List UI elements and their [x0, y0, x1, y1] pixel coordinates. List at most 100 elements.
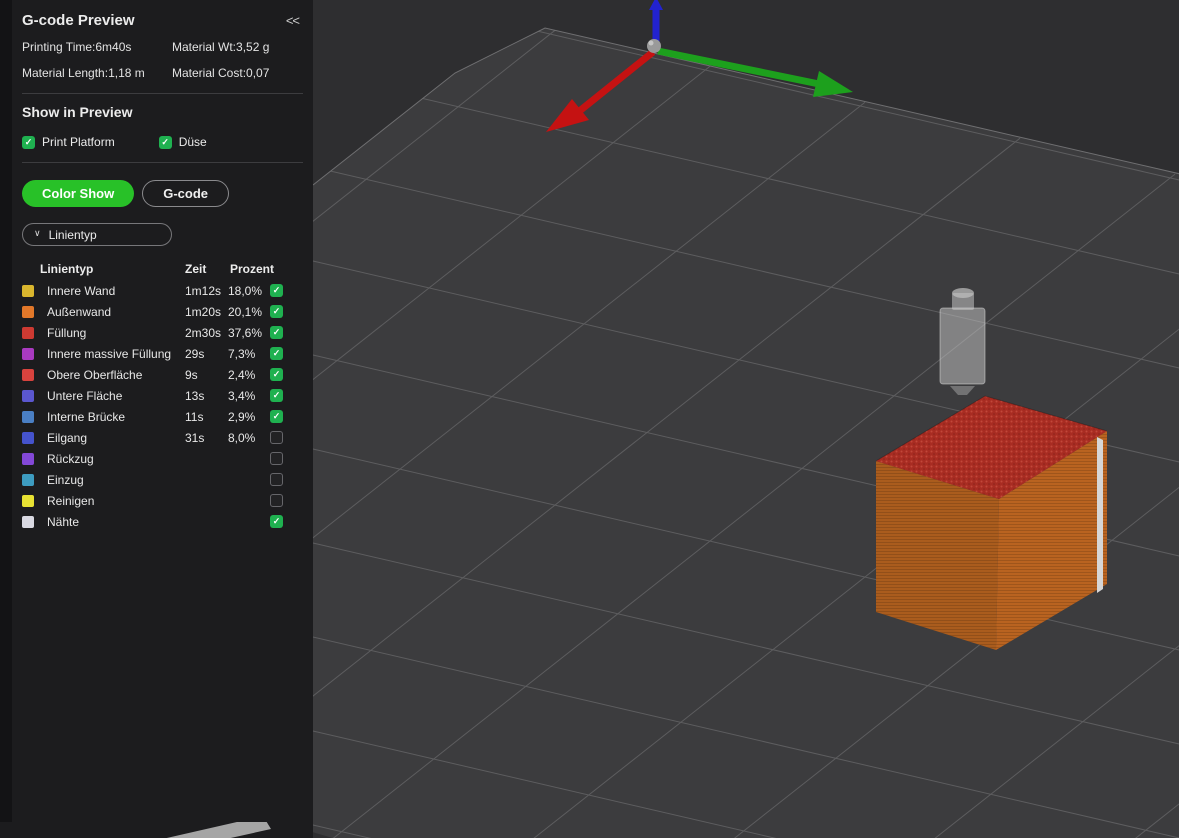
line-type-label: Innere massive Füllung — [47, 346, 172, 361]
line-type-color-swatch — [22, 431, 34, 444]
line-type-visibility-checkbox[interactable]: ✓ — [270, 410, 283, 423]
stat-value: 1,18 m — [108, 66, 145, 80]
legend-row: Innere Wand 1m12s 18,0% ✓ — [22, 280, 303, 301]
option-print-platform[interactable]: ✓ Print Platform — [22, 135, 115, 149]
legend-rows: Innere Wand 1m12s 18,0% ✓ Außenwand 1m20s 20,1… — [22, 280, 303, 532]
gcode-button[interactable]: G-code — [142, 180, 230, 207]
header-linientyp: Linientyp — [40, 262, 94, 276]
line-type-percent: 18,0% — [228, 283, 263, 298]
line-type-label: Eilgang — [47, 430, 88, 445]
line-type-visibility-checkbox[interactable]: ✓ — [270, 368, 283, 381]
line-type-visibility-checkbox[interactable]: ✓ — [270, 515, 283, 528]
legend-row: Rückzug — [22, 448, 303, 469]
print-stats: Printing Time:6m40s Material Wt:3,52 g M… — [22, 40, 303, 80]
line-type-color-swatch — [22, 305, 34, 318]
line-type-time: 1m12s — [185, 283, 222, 298]
line-type-percent: 7,3% — [228, 346, 256, 361]
line-type-percent: 3,4% — [228, 388, 256, 403]
option-label: Düse — [178, 135, 207, 149]
line-type-percent: 2,9% — [228, 409, 256, 424]
line-type-visibility-checkbox[interactable] — [270, 473, 283, 486]
line-type-label: Interne Brücke — [47, 409, 126, 424]
seam-line — [1097, 437, 1103, 593]
legend-row: Obere Oberfläche 9s 2,4% ✓ — [22, 364, 303, 385]
view-mode-buttons: Color Show G-code — [22, 180, 303, 207]
line-type-color-swatch — [22, 284, 34, 297]
origin-marker-highlight — [648, 40, 654, 46]
legend-row: Einzug — [22, 469, 303, 490]
legend-row: Nähte ✓ — [22, 511, 303, 532]
line-type-label: Rückzug — [47, 451, 94, 466]
legend-row: Außenwand 1m20s 20,1% ✓ — [22, 301, 303, 322]
line-type-color-swatch — [22, 347, 34, 360]
stat-value: 6m40s — [95, 40, 132, 54]
show-in-preview-options: ✓ Print Platform ✓ Düse — [22, 135, 303, 149]
line-type-label: Füllung — [47, 325, 87, 340]
duese-checkbox[interactable]: ✓ — [158, 135, 172, 149]
legend-row: Untere Fläche 13s 3,4% ✓ — [22, 385, 303, 406]
line-type-visibility-checkbox[interactable] — [270, 452, 283, 465]
line-type-color-swatch — [22, 452, 34, 465]
option-label: Print Platform — [42, 135, 115, 149]
panel-left-strip — [0, 0, 12, 822]
legend-row: Innere massive Füllung 29s 7,3% ✓ — [22, 343, 303, 364]
line-type-percent: 37,6% — [228, 325, 263, 340]
color-show-button[interactable]: Color Show — [22, 180, 135, 207]
line-type-color-swatch — [22, 473, 34, 486]
line-type-time: 29s — [185, 346, 205, 361]
show-in-preview-heading: Show in Preview — [22, 104, 133, 120]
gcode-preview-panel: G-code Preview << Printing Time:6m40s Ma… — [0, 0, 313, 822]
line-type-visibility-checkbox[interactable] — [270, 494, 283, 507]
line-type-legend: Linientyp Zeit Prozent Innere Wand 1m12s 1… — [22, 258, 303, 532]
header-prozent: Prozent — [230, 262, 275, 276]
line-type-percent: 8,0% — [228, 430, 256, 445]
panel-title: G-code Preview — [22, 11, 135, 29]
line-type-label: Außenwand — [47, 304, 112, 319]
line-type-visibility-checkbox[interactable]: ✓ — [270, 389, 283, 402]
option-duese[interactable]: ✓ Düse — [158, 135, 207, 149]
line-type-color-swatch — [22, 410, 34, 423]
line-type-visibility-checkbox[interactable]: ✓ — [270, 305, 283, 318]
origin-marker — [647, 39, 661, 53]
line-type-color-swatch — [22, 515, 34, 528]
line-type-time: 1m20s — [185, 304, 222, 319]
collapse-panel-button[interactable]: << — [282, 13, 303, 28]
line-type-label: Untere Fläche — [47, 388, 123, 403]
line-type-percent: 20,1% — [228, 304, 263, 319]
stat-value: 0,07 — [246, 66, 270, 80]
line-type-label: Reinigen — [47, 493, 95, 508]
line-type-label: Einzug — [47, 472, 84, 487]
stat-material-cost: Material Cost:0,07 — [172, 66, 303, 80]
chevron-down-icon: ∨ — [34, 228, 41, 238]
header-zeit: Zeit — [185, 262, 207, 276]
stat-label: Printing Time: — [22, 40, 96, 54]
dropdown-selected-label: Linientyp — [48, 227, 97, 242]
line-type-color-swatch — [22, 368, 34, 381]
stat-printing-time: Printing Time:6m40s — [22, 40, 172, 54]
legend-row: Eilgang 31s 8,0% — [22, 427, 303, 448]
legend-header: Linientyp Zeit Prozent — [22, 258, 303, 280]
line-type-label: Nähte — [47, 514, 80, 529]
line-type-label: Obere Oberfläche — [47, 367, 143, 382]
line-type-time: 11s — [185, 409, 204, 424]
line-type-time: 9s — [185, 367, 198, 382]
legend-row: Reinigen — [22, 490, 303, 511]
line-type-visibility-checkbox[interactable] — [270, 431, 283, 444]
stat-label: Material Cost: — [172, 66, 247, 80]
stat-material-length: Material Length:1,18 m — [22, 66, 172, 80]
line-type-time: 13s — [185, 388, 205, 403]
stat-label: Material Wt: — [172, 40, 237, 54]
line-type-color-swatch — [22, 326, 34, 339]
divider — [22, 162, 303, 163]
legend-row: Interne Brücke 11s 2,9% ✓ — [22, 406, 303, 427]
line-type-dropdown[interactable]: ∨ Linientyp — [22, 223, 172, 246]
line-type-visibility-checkbox[interactable]: ✓ — [270, 347, 283, 360]
print-platform-checkbox[interactable]: ✓ — [22, 135, 35, 149]
line-type-time: 2m30s — [185, 325, 222, 340]
stat-label: Material Length: — [22, 66, 109, 80]
line-type-color-swatch — [22, 494, 34, 507]
line-type-visibility-checkbox[interactable]: ✓ — [270, 326, 283, 339]
line-type-visibility-checkbox[interactable]: ✓ — [270, 284, 283, 297]
line-type-label: Innere Wand — [47, 283, 116, 298]
line-type-time: 31s — [185, 430, 205, 445]
